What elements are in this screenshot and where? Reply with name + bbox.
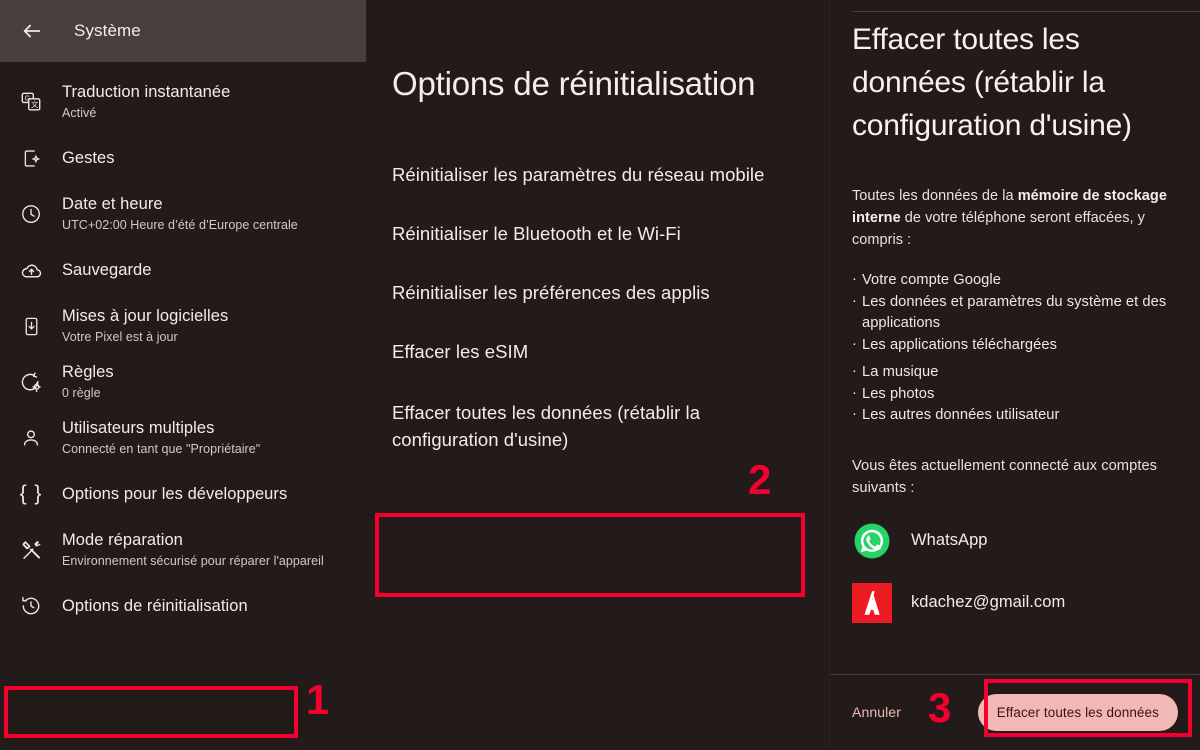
sidebar-item-multiple-users[interactable]: Utilisateurs multiples Connecté en tant … (0, 410, 366, 466)
gestures-phone-icon (0, 148, 62, 169)
reset-option-factory-reset[interactable]: Effacer toutes les données (rétablir la … (392, 399, 803, 453)
sidebar-item-sublabel: Activé (62, 106, 97, 120)
sidebar-item-label: Utilisateurs multiples (62, 419, 215, 437)
sidebar-item-text: Sauvegarde (62, 260, 152, 281)
reset-options-panel: Options de réinitialisation Réinitialise… (366, 0, 829, 750)
sidebar-item-label: Options pour les développeurs (62, 484, 288, 503)
sidebar-item-label: Mises à jour logicielles (62, 307, 229, 325)
instant-translate-icon: G 文 (0, 91, 62, 113)
list-item: Les photos (852, 383, 1178, 406)
account-name: WhatsApp (911, 531, 988, 549)
list-item: Les autres données utilisateur (852, 404, 1178, 427)
sidebar-item-text: Options de réinitialisation (62, 596, 248, 617)
erase-all-data-button[interactable]: Effacer toutes les données (977, 693, 1178, 731)
system-update-icon (0, 316, 62, 337)
list-item: Les données et paramètres du système et … (852, 291, 1178, 335)
sidebar-item-sublabel: 0 règle (62, 386, 101, 400)
history-reset-icon (0, 595, 62, 617)
sidebar-list: G 文 Traduction instantanée Activé Gestes… (0, 62, 366, 634)
dialog-title: Effacer toutes les données (rétablir la … (852, 23, 1132, 142)
sidebar-item-text: Options pour les développeurs (62, 484, 287, 505)
sidebar-item-label: Date et heure (62, 195, 163, 213)
rules-gear-icon (0, 371, 62, 394)
dialog-intro-before: Toutes les données de la (852, 188, 1018, 204)
reset-option-erase-esim[interactable]: Effacer les eSIM (392, 338, 803, 365)
erased-items-list: Votre compte Google Les données et param… (852, 269, 1178, 427)
svg-text:文: 文 (31, 100, 39, 109)
braces-icon: { } (19, 482, 43, 505)
sidebar-item-repair-mode[interactable]: Mode réparation Environnement sécurisé p… (0, 522, 366, 578)
sidebar-item-developer-options[interactable]: { } Options pour les développeurs (0, 466, 366, 522)
sidebar-item-text: Mode réparation Environnement sécurisé p… (62, 530, 324, 570)
sidebar-item-text: Règles 0 règle (62, 362, 114, 402)
dialog-footer-divider (830, 674, 1200, 675)
sidebar-item-gestures[interactable]: Gestes (0, 130, 366, 186)
sidebar-item-sublabel: Connecté en tant que "Propriétaire" (62, 442, 261, 456)
account-row-whatsapp: WhatsApp (852, 521, 1178, 561)
annotation-number-1: 1 (306, 676, 330, 723)
sidebar-item-label: Options de réinitialisation (62, 596, 248, 615)
sidebar-item-label: Sauvegarde (62, 260, 152, 279)
annotation-number-3: 3 (928, 684, 952, 731)
sidebar-item-backup[interactable]: Sauvegarde (0, 242, 366, 298)
sidebar-item-date-time[interactable]: Date et heure UTC+02:00 Heure d’été d’Eu… (0, 186, 366, 242)
sidebar-item-label: Règles (62, 363, 114, 381)
cloud-backup-icon (0, 259, 62, 282)
list-item: La musique (852, 361, 1178, 384)
reset-option-mobile-network[interactable]: Réinitialiser les paramètres du réseau m… (392, 161, 803, 188)
sidebar-item-sublabel: UTC+02:00 Heure d’été d’Europe centrale (62, 218, 298, 232)
reset-option-app-preferences[interactable]: Réinitialiser les préférences des applis (392, 279, 803, 306)
sidebar-header: Système (0, 0, 366, 62)
account-name: kdachez@gmail.com (911, 593, 1066, 611)
person-icon (0, 427, 62, 449)
list-item: Votre compte Google (852, 269, 1178, 292)
sidebar-item-text: Gestes (62, 148, 115, 169)
sidebar-item-text: Date et heure UTC+02:00 Heure d’été d’Eu… (62, 194, 298, 234)
screenshot-root: Système G 文 Traduction instantanée Activ… (0, 0, 1200, 750)
sidebar-item-label: Mode réparation (62, 531, 183, 549)
adobe-logo-icon (852, 582, 892, 623)
sidebar-item-text: Traduction instantanée Activé (62, 82, 230, 122)
clock-icon (0, 203, 62, 225)
repair-tools-icon (0, 539, 62, 562)
dialog-top-divider (852, 11, 1200, 12)
sidebar-item-rules[interactable]: Règles 0 règle (0, 354, 366, 410)
reset-option-bluetooth-wifi[interactable]: Réinitialiser le Bluetooth et le Wi-Fi (392, 220, 803, 247)
sidebar-item-sublabel: Environnement sécurisé pour réparer l'ap… (62, 554, 324, 568)
sidebar-item-instant-translate[interactable]: G 文 Traduction instantanée Activé (0, 74, 366, 130)
sidebar-item-reset-options[interactable]: Options de réinitialisation (0, 578, 366, 634)
sidebar-item-label: Traduction instantanée (62, 83, 231, 101)
dialog-intro-text: Toutes les données de la mémoire de stoc… (852, 185, 1178, 251)
annotation-number-2: 2 (748, 456, 772, 503)
account-row-adobe: kdachez@gmail.com (852, 582, 1178, 623)
sidebar-item-text: Utilisateurs multiples Connecté en tant … (62, 418, 260, 458)
cancel-button[interactable]: Annuler (852, 704, 901, 720)
accounts-lead-text: Vous êtes actuellement connecté aux comp… (852, 457, 1158, 496)
settings-sidebar: Système G 文 Traduction instantanée Activ… (0, 0, 366, 750)
back-arrow-icon[interactable] (14, 13, 50, 49)
sidebar-item-label: Gestes (62, 148, 115, 167)
dialog-actions: Annuler Effacer toutes les données (852, 690, 1178, 734)
list-item: Les applications téléchargées (852, 334, 1178, 357)
sidebar-item-text: Mises à jour logicielles Votre Pixel est… (62, 306, 228, 346)
sidebar-item-sublabel: Votre Pixel est à jour (62, 330, 178, 344)
factory-reset-dialog: Effacer toutes les données (rétablir la … (829, 0, 1200, 750)
whatsapp-logo-icon (852, 521, 892, 561)
reset-options-title: Options de réinitialisation (392, 65, 756, 102)
page-title: Système (74, 21, 141, 40)
sidebar-item-software-updates[interactable]: Mises à jour logicielles Votre Pixel est… (0, 298, 366, 354)
